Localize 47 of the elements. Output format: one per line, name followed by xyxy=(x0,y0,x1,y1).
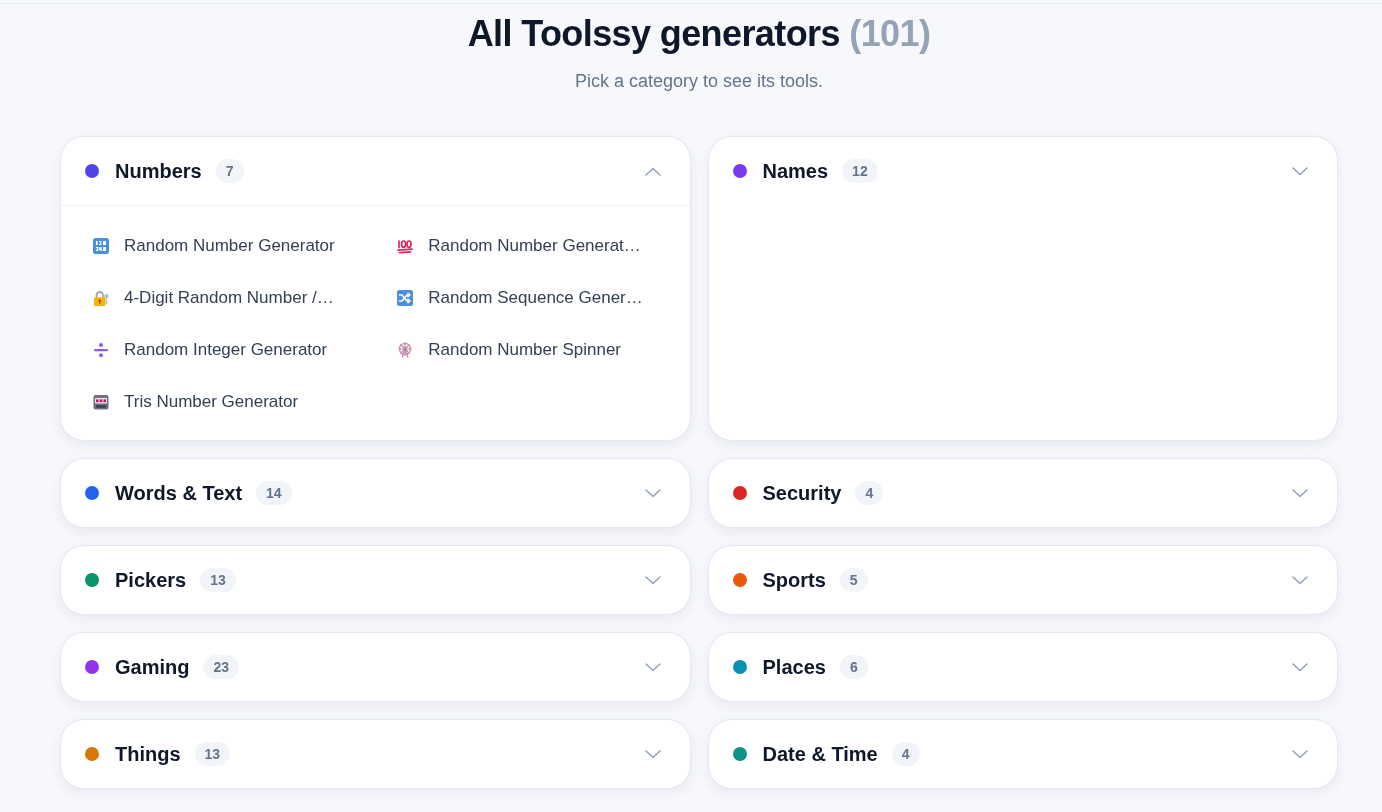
count-badge: 7 xyxy=(215,159,244,183)
chevron-down-icon[interactable] xyxy=(1292,749,1308,759)
category-title: Gaming xyxy=(115,655,190,679)
count-badge: 12 xyxy=(842,159,878,183)
number-tile-icon xyxy=(93,238,109,254)
wheel-icon xyxy=(397,342,414,358)
tool-link[interactable]: Tris Number Generator xyxy=(89,384,362,420)
padlock-icon xyxy=(93,290,109,306)
count-badge: 6 xyxy=(839,655,868,679)
tool-link[interactable]: Random Number Spinner xyxy=(393,332,666,368)
count-badge: 13 xyxy=(200,568,236,592)
slot-machine-icon xyxy=(93,394,109,410)
chevron-down-icon[interactable] xyxy=(1292,166,1308,176)
chevron-down-icon[interactable] xyxy=(644,662,661,672)
chevron-up-icon[interactable] xyxy=(644,166,661,176)
page-title: All Toolssy generators xyxy=(467,13,840,54)
category-title: Security xyxy=(762,481,842,505)
category-title: Things xyxy=(115,742,181,766)
category-title: Pickers xyxy=(115,568,187,592)
count-badge: 23 xyxy=(203,655,240,679)
tool-link[interactable]: 4-Digit Random Number /… xyxy=(89,280,362,316)
total-count: (101) xyxy=(849,13,931,54)
category-title: Words & Text xyxy=(115,481,243,505)
count-badge: 4 xyxy=(891,742,920,766)
tool-link[interactable]: Random Sequence Gener… xyxy=(393,280,666,316)
category-title: Names xyxy=(762,159,829,183)
tool-link[interactable]: Random Number Generat… xyxy=(393,228,666,264)
count-badge: 4 xyxy=(855,481,884,505)
tool-link[interactable]: Random Integer Generator xyxy=(89,332,362,368)
shuffle-icon xyxy=(397,290,414,306)
chevron-down-icon[interactable] xyxy=(1292,662,1308,672)
count-badge: 14 xyxy=(256,481,292,505)
category-title: Sports xyxy=(762,568,826,592)
page-subtitle: Pick a category to see its tools. xyxy=(573,70,825,93)
chevron-down-icon[interactable] xyxy=(1292,575,1308,585)
divide-icon xyxy=(93,342,109,358)
chevron-down-icon[interactable] xyxy=(644,749,661,759)
category-title: Numbers xyxy=(115,159,202,183)
count-badge: 5 xyxy=(839,568,868,592)
category-title: Date & Time xyxy=(762,742,878,766)
chevron-down-icon[interactable] xyxy=(644,488,661,498)
count-badge: 13 xyxy=(194,742,231,766)
chevron-down-icon[interactable] xyxy=(1292,488,1308,498)
chevron-down-icon[interactable] xyxy=(644,575,661,585)
category-title: Places xyxy=(762,655,826,679)
hundred-points-icon xyxy=(397,238,414,254)
tool-link[interactable]: Random Number Generator xyxy=(89,228,362,264)
